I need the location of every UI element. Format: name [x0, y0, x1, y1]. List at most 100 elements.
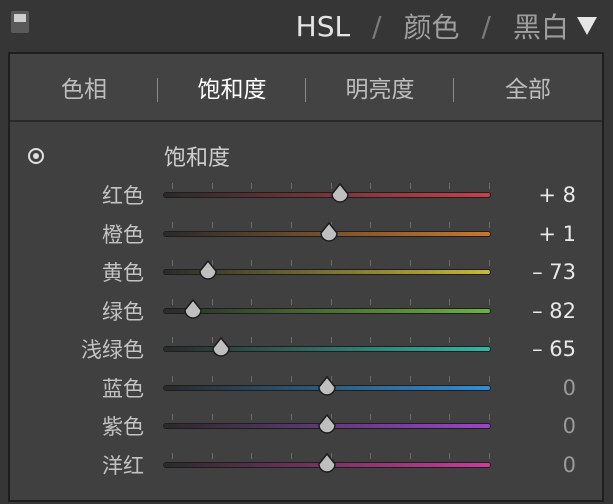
mode-tab-hsl[interactable]: HSL — [296, 10, 350, 43]
slider-value[interactable]: – 73 — [532, 253, 576, 291]
mode-tab-color[interactable]: 颜色 — [404, 6, 460, 46]
slider-tick — [409, 260, 411, 266]
mode-tab-bw[interactable]: 黑白 — [513, 6, 569, 46]
slider-tick — [449, 183, 451, 189]
slider-tick — [211, 375, 213, 382]
slider-tick — [449, 375, 451, 382]
slider-row: 浅绿色 – 65 — [10, 330, 602, 368]
slider-tick — [172, 183, 173, 189]
slider-tick — [251, 337, 253, 343]
slider-tick — [251, 260, 253, 266]
slider-tick — [409, 452, 411, 459]
slider-tick — [370, 221, 372, 228]
slider-value[interactable]: 0 — [563, 446, 576, 484]
panel-mode-tabs: HSL / 颜色 / 黑白 — [296, 4, 569, 48]
slider-track[interactable] — [164, 308, 490, 313]
slider-tick — [449, 414, 451, 420]
tab-label: 全部 — [505, 77, 551, 103]
slider-tick — [211, 414, 213, 420]
tab-label: 明亮度 — [345, 77, 415, 103]
slider-row: 橙色 + 1 — [10, 215, 602, 253]
slider-ticks — [172, 298, 490, 305]
target-adjust-icon[interactable] — [28, 148, 44, 164]
slider-row: 红色 + 8 — [10, 176, 602, 214]
slider-tick — [172, 298, 173, 305]
slider-tick — [290, 183, 292, 189]
mode-separator: / — [372, 9, 382, 43]
tab-saturation[interactable]: 饱和度 — [158, 54, 306, 120]
slider-tick — [370, 337, 372, 343]
slider-tick — [409, 221, 411, 228]
slider-thumb[interactable] — [319, 221, 339, 244]
slider-tick — [251, 221, 253, 228]
slider-tick — [409, 414, 411, 420]
slider-tick — [449, 298, 451, 305]
slider-thumb[interactable] — [330, 183, 350, 205]
slider-value[interactable]: 0 — [563, 407, 576, 445]
slider-tick — [251, 452, 253, 459]
slider-tick — [290, 375, 292, 382]
slider-row: 蓝色 0 — [10, 369, 602, 407]
slider-tick — [251, 183, 253, 189]
slider-track[interactable] — [164, 193, 490, 197]
slider-value[interactable]: + 8 — [538, 176, 576, 214]
slider-tick — [211, 221, 213, 228]
slider-tick — [251, 375, 253, 382]
slider-tick — [370, 452, 372, 459]
slider-tick — [449, 452, 451, 459]
slider-value[interactable]: – 82 — [532, 292, 576, 330]
slider-row: 紫色 0 — [10, 407, 602, 445]
slider-row: 洋红 0 — [10, 446, 602, 484]
slider-tick — [172, 452, 173, 459]
slider-thumb[interactable] — [198, 260, 218, 282]
tab-hue[interactable]: 色相 — [10, 54, 158, 120]
slider-row: 绿色 – 82 — [10, 292, 602, 330]
slider-tick — [330, 298, 332, 305]
slider-thumb[interactable] — [317, 375, 337, 398]
slider-thumb[interactable] — [183, 298, 203, 321]
slider-tick — [251, 298, 253, 305]
slider-label: 黄色 — [102, 261, 144, 285]
slider-tick — [172, 260, 173, 266]
slider-tick — [489, 298, 490, 305]
slider-value[interactable]: 0 — [563, 369, 576, 407]
slider-tick — [211, 452, 213, 459]
slider-tick — [409, 183, 411, 189]
panel-collapse-icon[interactable] — [11, 11, 29, 33]
slider-tick — [330, 260, 332, 266]
slider-tick — [370, 260, 372, 266]
slider-tick — [449, 221, 451, 228]
panel-header: HSL / 颜色 / 黑白 — [0, 0, 613, 52]
slider-tick — [290, 337, 292, 343]
slider-value[interactable]: – 65 — [532, 330, 576, 368]
slider-tick — [172, 414, 173, 420]
slider-tick — [211, 298, 213, 305]
slider-tick — [251, 414, 253, 420]
slider-label: 红色 — [102, 184, 144, 208]
triangle-down-icon[interactable] — [577, 17, 597, 35]
slider-tick — [290, 414, 292, 420]
slider-tick — [172, 221, 173, 228]
slider-value[interactable]: + 1 — [538, 215, 576, 253]
slider-thumb[interactable] — [317, 452, 337, 475]
slider-thumb[interactable] — [317, 414, 337, 436]
slider-label: 洋红 — [102, 453, 144, 478]
tab-luminance[interactable]: 明亮度 — [306, 54, 454, 120]
slider-tick — [409, 337, 411, 343]
section-title: 饱和度 — [164, 146, 231, 171]
slider-tick — [290, 298, 292, 305]
slider-tick — [370, 414, 372, 420]
slider-tick — [489, 337, 490, 343]
slider-label: 绿色 — [102, 299, 144, 324]
slider-tick — [489, 183, 490, 189]
tab-all[interactable]: 全部 — [454, 54, 602, 120]
slider-label: 橙色 — [102, 222, 144, 247]
tab-label: 饱和度 — [197, 77, 267, 103]
panel-content: 色相 饱和度 明亮度 全部 饱和度 红色 + 8 橙色 + 1 黄色 – 73 绿色 – 82… — [8, 52, 604, 502]
slider-tick — [290, 260, 292, 266]
slider-row: 黄色 – 73 — [10, 253, 602, 291]
slider-label: 蓝色 — [102, 376, 144, 401]
adjustment-tabs: 色相 饱和度 明亮度 全部 — [10, 54, 602, 122]
slider-thumb[interactable] — [211, 337, 231, 359]
slider-tick — [449, 337, 451, 343]
